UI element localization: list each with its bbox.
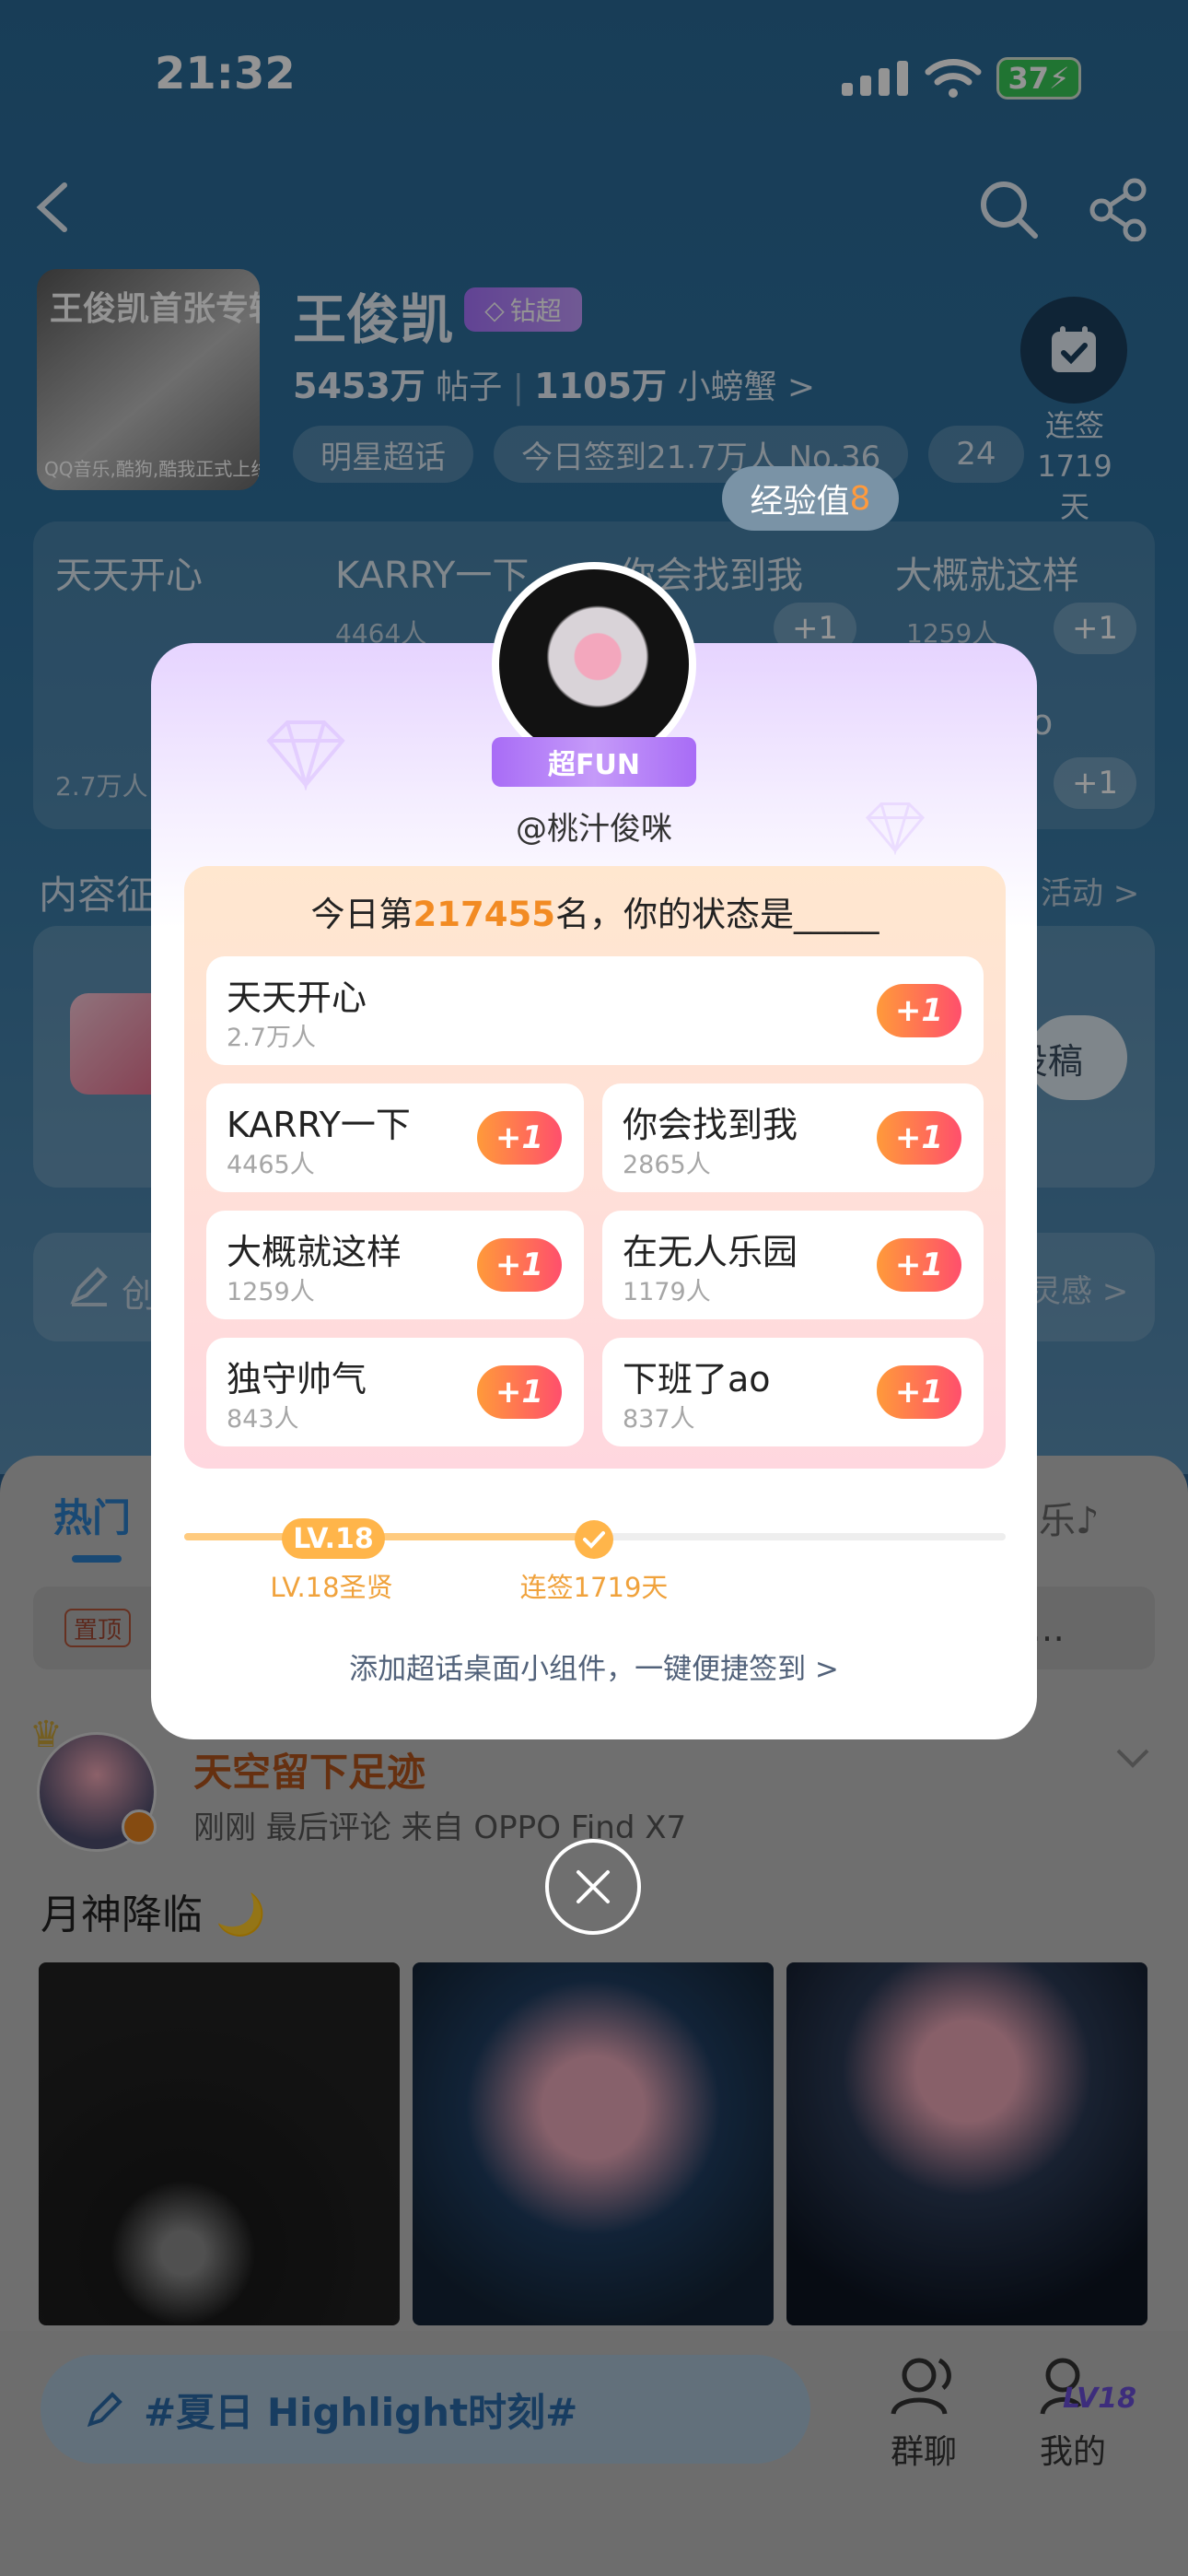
mood-option[interactable]: KARRY一下 4465人 +1 — [206, 1083, 584, 1192]
exp-value: 8 — [849, 479, 871, 518]
mood-option-label: KARRY一下 — [227, 1105, 411, 1145]
plus-one-button[interactable]: +1 — [477, 1238, 562, 1292]
diamond-decoration-icon — [266, 720, 345, 790]
mood-option[interactable]: 下班了ao 837人 +1 — [602, 1338, 984, 1446]
plus-one-button[interactable]: +1 — [877, 1365, 961, 1419]
mood-option-count: 1259人 — [227, 1278, 315, 1306]
add-widget-link[interactable]: 添加超话桌面小组件，一键便捷签到 > — [151, 1645, 1037, 1687]
mood-option[interactable]: 独守帅气 843人 +1 — [206, 1338, 584, 1446]
exp-pill: 经验值 8 — [722, 466, 899, 531]
rank-text: 今日第217455名，你的状态是_____ — [184, 886, 1006, 936]
mood-option-label: 你会找到我 — [623, 1105, 798, 1145]
popup-avatar-image — [499, 569, 689, 759]
plus-one-button[interactable]: +1 — [877, 1111, 961, 1165]
mood-option-count: 843人 — [227, 1405, 299, 1434]
streak-label: 连签1719天 — [519, 1572, 669, 1603]
level-track-fill — [184, 1533, 595, 1540]
mood-option[interactable]: 天天开心 2.7万人 +1 — [206, 956, 984, 1065]
plus-one-button[interactable]: +1 — [877, 1238, 961, 1292]
plus-one-button[interactable]: +1 — [477, 1365, 562, 1419]
mood-option-count: 837人 — [623, 1405, 695, 1434]
mood-option-label: 独守帅气 — [227, 1359, 367, 1399]
close-icon — [577, 1870, 610, 1903]
role-badge: 超FUN — [492, 737, 696, 787]
rank-suffix: 名，你的状态是_____ — [554, 895, 879, 934]
rank-number: 217455 — [413, 895, 555, 934]
mood-option-label: 天天开心 — [227, 978, 367, 1018]
streak-check-icon — [575, 1520, 613, 1559]
level-label: LV.18圣贤 — [270, 1572, 393, 1603]
level-pill: LV.18 — [282, 1518, 385, 1559]
close-popup-button[interactable] — [545, 1839, 641, 1935]
rank-prefix: 今日第 — [310, 895, 413, 934]
user-handle: @桃汁俊咪 — [516, 811, 672, 848]
mood-option[interactable]: 大概就这样 1259人 +1 — [206, 1211, 584, 1319]
mood-option-count: 4465人 — [227, 1151, 315, 1179]
mood-option-label: 在无人乐园 — [623, 1232, 798, 1272]
mood-option[interactable]: 在无人乐园 1179人 +1 — [602, 1211, 984, 1319]
mood-option-label: 大概就这样 — [227, 1232, 402, 1272]
mood-option-label: 下班了ao — [623, 1359, 771, 1399]
popup-avatar — [492, 562, 696, 767]
mood-option-count: 1179人 — [623, 1278, 711, 1306]
mood-option[interactable]: 你会找到我 2865人 +1 — [602, 1083, 984, 1192]
plus-one-button[interactable]: +1 — [477, 1111, 562, 1165]
mood-option-count: 2.7万人 — [227, 1024, 316, 1052]
exp-label: 经验值 — [750, 483, 850, 521]
plus-one-button[interactable]: +1 — [877, 984, 961, 1037]
mood-option-count: 2865人 — [623, 1151, 711, 1179]
